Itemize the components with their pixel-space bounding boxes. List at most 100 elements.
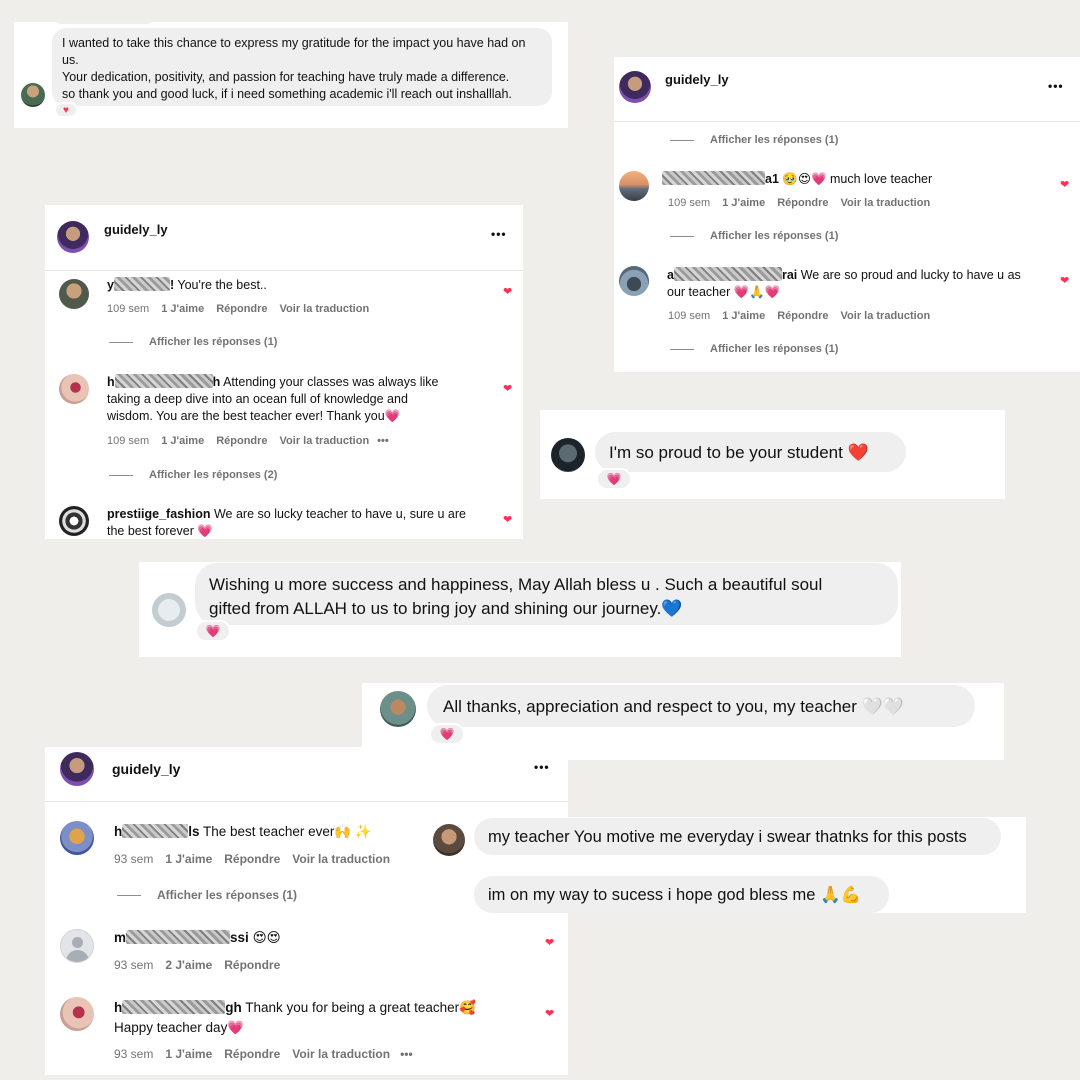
comment-time: 109 sem — [668, 197, 711, 209]
reply-button[interactable]: Répondre — [777, 310, 828, 322]
sender-avatar[interactable] — [152, 593, 186, 627]
comment-username[interactable]: a rai — [667, 267, 797, 282]
commenter-avatar[interactable] — [60, 821, 94, 855]
like-heart-icon[interactable]: ❤ — [503, 513, 512, 526]
more-options-button[interactable]: ••• — [1048, 79, 1064, 93]
show-replies-button[interactable]: Afficher les réponses (1) — [670, 230, 838, 242]
commenter-avatar[interactable] — [59, 506, 89, 536]
like-heart-icon[interactable]: ❤ — [503, 382, 512, 395]
comment-username[interactable]: h gh — [114, 1000, 242, 1015]
profile-username[interactable]: guidely_ly — [112, 761, 180, 777]
comment-likes[interactable]: 1 J'aime — [165, 852, 212, 866]
message-line: Your dedication, positivity, and passion… — [62, 70, 510, 84]
translate-button[interactable]: Voir la traduction — [841, 310, 931, 322]
heart-icon: 💗 — [439, 727, 455, 741]
comment-meta: 109 sem 1 J'aime Répondre Voir la traduc… — [668, 310, 930, 322]
reaction-badge[interactable]: ♥ — [54, 102, 78, 118]
comment-meta: 93 sem 1 J'aime Répondre Voir la traduct… — [114, 852, 390, 866]
replies-line — [109, 474, 133, 476]
comment-username[interactable]: a1 — [662, 171, 779, 186]
comment-username[interactable]: prestiige_fashion — [107, 507, 211, 521]
show-replies-button[interactable]: Afficher les réponses (2) — [109, 469, 277, 481]
sender-avatar[interactable] — [380, 691, 416, 727]
like-heart-icon[interactable]: ❤ — [545, 1007, 554, 1020]
comment-meta: 93 sem 2 J'aime Répondre — [114, 958, 280, 972]
comment-likes[interactable]: 1 J'aime — [722, 310, 765, 322]
message-line: so thank you and good luck, if i need so… — [62, 87, 512, 101]
comment-more-button[interactable]: ••• — [377, 435, 389, 447]
comment-likes[interactable]: 1 J'aime — [722, 197, 765, 209]
message-line: us. — [62, 53, 79, 67]
reply-button[interactable]: Répondre — [777, 197, 828, 209]
gratitude-message-card: I wanted to take this chance to express … — [14, 22, 568, 128]
show-replies-button[interactable]: Afficher les réponses (1) — [670, 134, 838, 146]
translate-button[interactable]: Voir la traduction — [280, 435, 370, 447]
blurred-username — [126, 930, 231, 944]
message-bubble[interactable]: my teacher You motive me everyday i swea… — [474, 818, 1001, 855]
more-options-button[interactable]: ••• — [534, 760, 550, 774]
profile-avatar[interactable] — [619, 71, 651, 103]
sender-avatar[interactable] — [433, 824, 465, 856]
comment-username[interactable]: m ssi — [114, 930, 249, 945]
comment-more-button[interactable]: ••• — [400, 1047, 413, 1061]
profile-avatar[interactable] — [60, 752, 94, 786]
header-divider — [45, 270, 523, 271]
comment-text: a rai We are so proud and lucky to have u… — [667, 267, 1021, 299]
translate-button[interactable]: Voir la traduction — [841, 197, 931, 209]
like-heart-icon[interactable]: ❤ — [545, 936, 554, 949]
profile-username[interactable]: guidely_ly — [104, 222, 168, 237]
reply-button[interactable]: Répondre — [224, 852, 280, 866]
blurred-username — [662, 171, 765, 185]
comment-username[interactable]: hh — [107, 374, 220, 389]
show-replies-button[interactable]: Afficher les réponses (1) — [670, 343, 838, 355]
message-bubble[interactable]: All thanks, appreciation and respect to … — [427, 685, 975, 727]
replies-line — [117, 894, 141, 896]
reaction-badge[interactable]: 💗 — [596, 468, 632, 490]
reply-button[interactable]: Répondre — [216, 303, 267, 315]
translate-button[interactable]: Voir la traduction — [292, 1047, 390, 1061]
profile-username[interactable]: guidely_ly — [665, 72, 729, 87]
comment-username[interactable]: h ls — [114, 824, 200, 839]
like-heart-icon[interactable]: ❤ — [1060, 274, 1069, 287]
blurred-username — [122, 824, 189, 838]
show-replies-button[interactable]: Afficher les réponses (1) — [109, 336, 277, 348]
like-heart-icon[interactable]: ❤ — [503, 285, 512, 298]
translate-button[interactable]: Voir la traduction — [292, 852, 390, 866]
message-text: my teacher You motive me everyday i swea… — [488, 828, 967, 846]
message-text: I'm so proud to be your student ❤️ — [609, 443, 869, 462]
translate-button[interactable]: Voir la traduction — [280, 303, 370, 315]
comment-likes[interactable]: 2 J'aime — [165, 958, 212, 972]
message-bubble[interactable]: im on my way to sucess i hope god bless … — [474, 876, 889, 913]
reply-button[interactable]: Répondre — [224, 1047, 280, 1061]
reply-button[interactable]: Répondre — [216, 435, 267, 447]
show-replies-button[interactable]: Afficher les réponses (1) — [117, 888, 297, 902]
sender-avatar[interactable] — [21, 83, 45, 107]
like-heart-icon[interactable]: ❤ — [1060, 178, 1069, 191]
more-options-button[interactable]: ••• — [491, 227, 507, 241]
comment-text: y! You're the best.. — [107, 277, 267, 292]
message-bubble[interactable]: I wanted to take this chance to express … — [52, 28, 552, 106]
comments-card-2: guidely_ly ••• Afficher les réponses (1)… — [614, 57, 1080, 372]
comment-likes[interactable]: 1 J'aime — [161, 303, 204, 315]
comment-likes[interactable]: 1 J'aime — [161, 435, 204, 447]
commenter-avatar[interactable] — [59, 374, 89, 404]
profile-avatar[interactable] — [57, 221, 89, 253]
commenter-avatar[interactable] — [60, 929, 94, 963]
comments-card-1: guidely_ly ••• y! You're the best.. ❤ 10… — [45, 205, 523, 539]
commenter-avatar[interactable] — [619, 171, 649, 201]
comment-likes[interactable]: 1 J'aime — [165, 1047, 212, 1061]
blurred-username — [673, 267, 782, 281]
comment-meta: 109 sem 1 J'aime Répondre Voir la traduc… — [668, 197, 930, 209]
commenter-avatar[interactable] — [619, 266, 649, 296]
reaction-badge[interactable]: 💗 — [429, 723, 465, 745]
reply-button[interactable]: Répondre — [224, 958, 280, 972]
comment-username[interactable]: y! — [107, 277, 174, 292]
commenter-avatar[interactable] — [60, 997, 94, 1031]
previous-bubble-edge — [52, 22, 156, 24]
message-bubble[interactable]: I'm so proud to be your student ❤️ — [595, 432, 906, 472]
reaction-badge[interactable]: 💗 — [195, 620, 231, 642]
commenter-avatar[interactable] — [59, 279, 89, 309]
sender-avatar[interactable] — [551, 438, 585, 472]
comment-text: h gh Thank you for being a great teacher🥰… — [114, 1000, 476, 1035]
message-bubble[interactable]: Wishing u more success and happiness, Ma… — [195, 563, 898, 625]
